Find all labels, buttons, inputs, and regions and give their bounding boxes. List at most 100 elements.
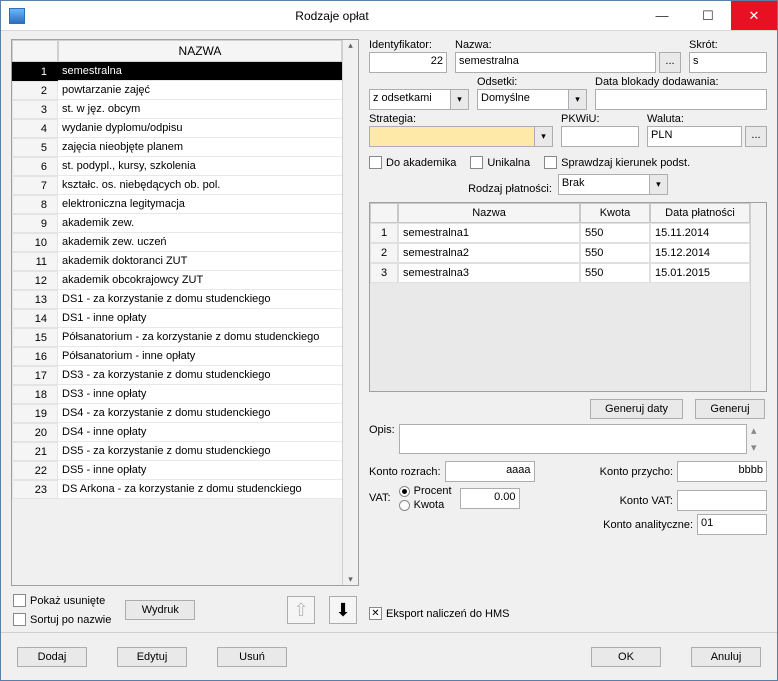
- ok-button[interactable]: OK: [591, 647, 661, 667]
- grid-header-num: [370, 203, 398, 223]
- close-button[interactable]: ✕: [731, 1, 777, 30]
- payments-grid[interactable]: Nazwa Kwota Data płatności 1semestralna1…: [369, 202, 767, 392]
- list-row-num: 16: [12, 347, 58, 366]
- block-date-label: Data blokady dodawania:: [595, 76, 767, 88]
- sprawdzaj-kierunek-checkbox[interactable]: Sprawdzaj kierunek podst.: [544, 156, 690, 169]
- maximize-button[interactable]: ☐: [685, 1, 731, 30]
- window: Rodzaje opłat — ☐ ✕ NAZWA 1semestralna2p…: [0, 0, 778, 681]
- list-row-name: DS3 - inne opłaty: [58, 385, 342, 404]
- waluta-label: Waluta:: [647, 113, 767, 125]
- app-icon: [9, 8, 25, 24]
- chevron-down-icon: ▾: [535, 126, 553, 147]
- list-row-name: DS4 - za korzystanie z domu studenckiego: [58, 404, 342, 423]
- grid-row[interactable]: 3semestralna355015.01.2015: [370, 263, 750, 283]
- list-row[interactable]: 13DS1 - za korzystanie z domu studenckie…: [12, 290, 342, 309]
- short-label: Skrót:: [689, 39, 767, 51]
- move-down-button[interactable]: ⬇: [329, 596, 357, 624]
- generate-button[interactable]: Generuj: [695, 399, 765, 419]
- list-row[interactable]: 20DS4 - inne opłaty: [12, 423, 342, 442]
- list-row[interactable]: 15Półsanatorium - za korzystanie z domu …: [12, 328, 342, 347]
- konto-rozrach-field[interactable]: aaaa: [445, 461, 535, 482]
- list-row[interactable]: 10akademik zew. uczeń: [12, 233, 342, 252]
- cancel-button[interactable]: Anuluj: [691, 647, 761, 667]
- list-row-num: 13: [12, 290, 58, 309]
- do-akademika-checkbox[interactable]: Do akademika: [369, 156, 456, 169]
- list-row[interactable]: 9akademik zew.: [12, 214, 342, 233]
- delete-button[interactable]: Usuń: [217, 647, 287, 667]
- footer: Dodaj Edytuj Usuń OK Anuluj: [1, 632, 777, 680]
- konto-przycho-field[interactable]: bbbb: [677, 461, 767, 482]
- grid-row[interactable]: 2semestralna255015.12.2014: [370, 243, 750, 263]
- name-field[interactable]: semestralna: [455, 52, 656, 73]
- list-row[interactable]: 2powtarzanie zajęć: [12, 81, 342, 100]
- export-hms-checkbox[interactable]: ✕Eksport naliczeń do HMS: [369, 601, 767, 626]
- names-list[interactable]: NAZWA 1semestralna2powtarzanie zajęć3st.…: [11, 39, 359, 586]
- list-row[interactable]: 5zajęcia nieobjęte planem: [12, 138, 342, 157]
- grid-header-name: Nazwa: [398, 203, 580, 223]
- minimize-button[interactable]: —: [639, 1, 685, 30]
- konto-anal-field[interactable]: 01: [697, 514, 767, 535]
- list-row[interactable]: 7kształc. os. niebędących ob. pol.: [12, 176, 342, 195]
- list-row-name: st. podypl., kursy, szkolenia: [58, 157, 342, 176]
- list-row[interactable]: 23DS Arkona - za korzystanie z domu stud…: [12, 480, 342, 499]
- list-row[interactable]: 21DS5 - za korzystanie z domu studenckie…: [12, 442, 342, 461]
- list-row[interactable]: 19DS4 - za korzystanie z domu studenckie…: [12, 404, 342, 423]
- list-row[interactable]: 17DS3 - za korzystanie z domu studenckie…: [12, 366, 342, 385]
- ident-label: Identyfikator:: [369, 39, 447, 51]
- grid-row[interactable]: 1semestralna155015.11.2014: [370, 223, 750, 243]
- list-row[interactable]: 14DS1 - inne opłaty: [12, 309, 342, 328]
- list-row-name: DS3 - za korzystanie z domu studenckiego: [58, 366, 342, 385]
- list-row-num: 7: [12, 176, 58, 195]
- opis-field[interactable]: [399, 424, 747, 454]
- move-up-button[interactable]: ⇧: [287, 596, 315, 624]
- list-row-name: DS5 - za korzystanie z domu studenckiego: [58, 442, 342, 461]
- interest-mode-combo[interactable]: z odsetkami ▾: [369, 89, 469, 110]
- interest-type-combo[interactable]: Domyślne ▾: [477, 89, 587, 110]
- show-deleted-checkbox[interactable]: Pokaż usunięte: [13, 594, 111, 607]
- list-row[interactable]: 4wydanie dyplomu/odpisu: [12, 119, 342, 138]
- vat-label: VAT:: [369, 492, 391, 504]
- rodzaj-combo[interactable]: Brak ▾: [558, 174, 668, 195]
- list-row[interactable]: 3st. w jęz. obcym: [12, 100, 342, 119]
- ident-field[interactable]: 22: [369, 52, 447, 73]
- list-row[interactable]: 8elektroniczna legitymacja: [12, 195, 342, 214]
- list-row-num: 10: [12, 233, 58, 252]
- list-scrollbar[interactable]: [342, 40, 358, 585]
- vat-percent-radio[interactable]: Procent: [399, 485, 452, 497]
- generate-dates-button[interactable]: Generuj daty: [590, 399, 683, 419]
- waluta-field[interactable]: PLN: [647, 126, 742, 147]
- grid-header-date: Data płatności: [650, 203, 750, 223]
- unikalna-checkbox[interactable]: Unikalna: [470, 156, 530, 169]
- print-button[interactable]: Wydruk: [125, 600, 195, 620]
- list-row-num: 2: [12, 81, 58, 100]
- name-browse-button[interactable]: ...: [659, 52, 681, 73]
- block-date-field[interactable]: [595, 89, 767, 110]
- waluta-browse-button[interactable]: ...: [745, 126, 767, 147]
- opis-scrollbar[interactable]: ▴▾: [751, 424, 767, 454]
- list-row-num: 4: [12, 119, 58, 138]
- list-row[interactable]: 11akademik doktoranci ZUT: [12, 252, 342, 271]
- vat-kwota-radio[interactable]: Kwota: [399, 499, 452, 511]
- list-row[interactable]: 16Półsanatorium - inne opłaty: [12, 347, 342, 366]
- grid-scrollbar[interactable]: [750, 203, 766, 391]
- list-row-name: akademik obcokrajowcy ZUT: [58, 271, 342, 290]
- list-row-name: akademik doktoranci ZUT: [58, 252, 342, 271]
- odsetki-label: Odsetki:: [477, 76, 587, 88]
- list-row[interactable]: 1semestralna: [12, 62, 342, 81]
- vat-value-field[interactable]: 0.00: [460, 488, 520, 509]
- add-button[interactable]: Dodaj: [17, 647, 87, 667]
- pkwiu-field[interactable]: [561, 126, 639, 147]
- list-row[interactable]: 22DS5 - inne opłaty: [12, 461, 342, 480]
- sort-by-name-checkbox[interactable]: Sortuj po nazwie: [13, 613, 111, 626]
- list-row[interactable]: 6st. podypl., kursy, szkolenia: [12, 157, 342, 176]
- konto-vat-field[interactable]: [677, 490, 767, 511]
- short-field[interactable]: s: [689, 52, 767, 73]
- list-row[interactable]: 18DS3 - inne opłaty: [12, 385, 342, 404]
- list-row-name: Półsanatorium - za korzystanie z domu st…: [58, 328, 342, 347]
- list-row-name: DS1 - za korzystanie z domu studenckiego: [58, 290, 342, 309]
- list-row-num: 12: [12, 271, 58, 290]
- list-row[interactable]: 12akademik obcokrajowcy ZUT: [12, 271, 342, 290]
- list-row-num: 20: [12, 423, 58, 442]
- strategia-combo[interactable]: ▾: [369, 126, 553, 147]
- edit-button[interactable]: Edytuj: [117, 647, 187, 667]
